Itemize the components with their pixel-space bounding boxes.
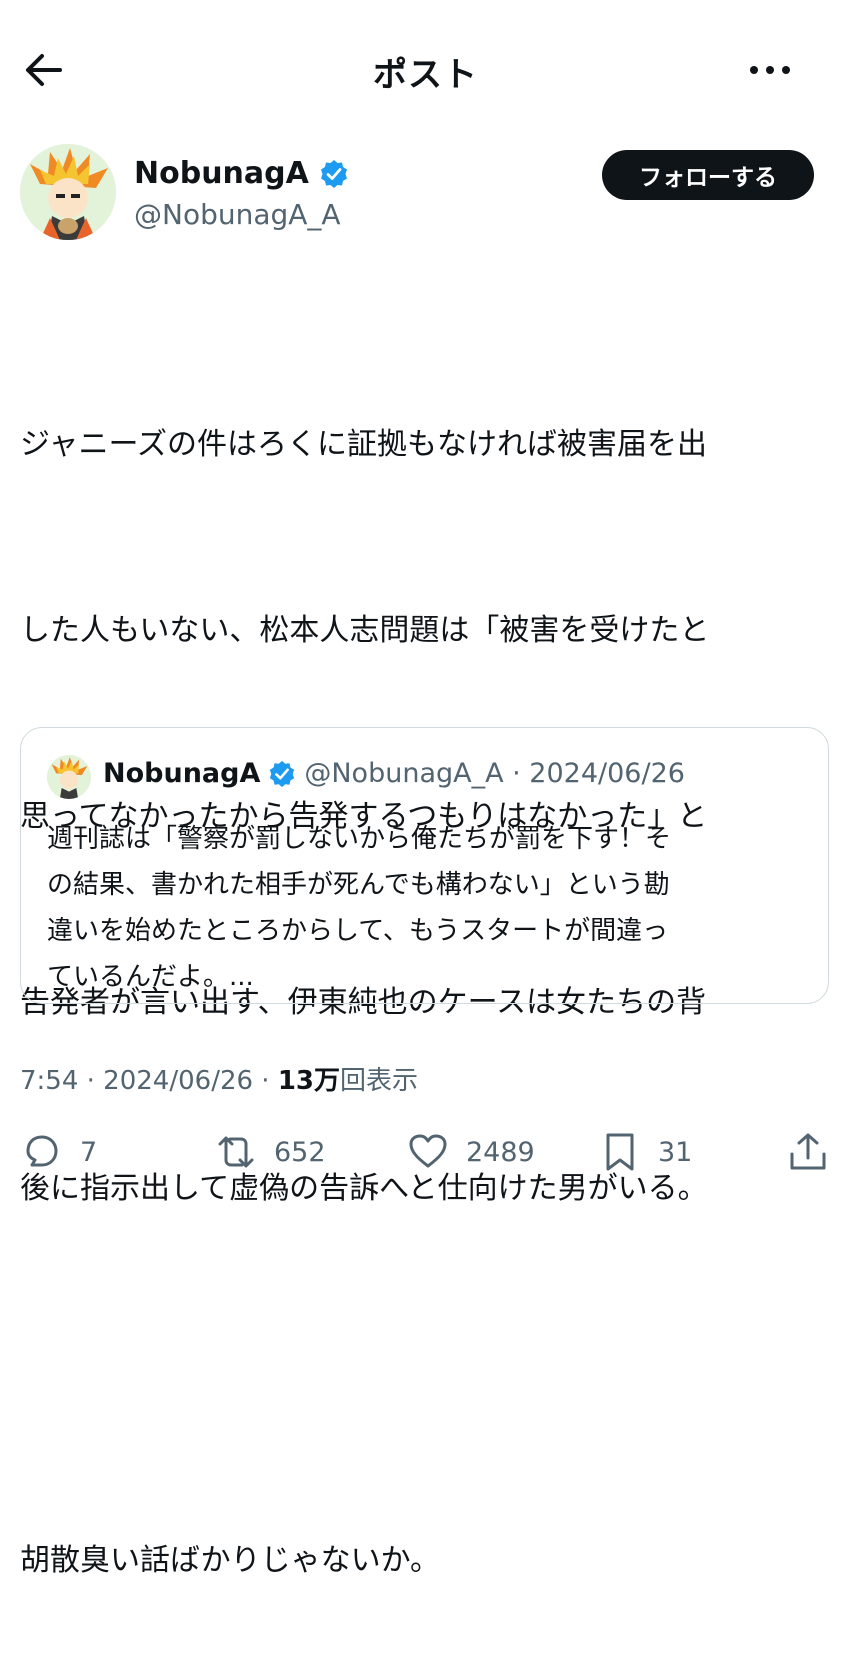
tweet-line: した人もいない、松本人志問題は「被害を受けたと (20, 613, 710, 648)
like-count: 2489 (466, 1136, 535, 1168)
views-label: 回表示 (340, 1066, 419, 1096)
share-button[interactable] (786, 1130, 830, 1174)
follow-button[interactable]: フォローする (602, 150, 814, 200)
quoted-handle-date: @NobunagA_A · 2024/06/26 (304, 758, 685, 789)
quoted-text: 週刊誌は「警察が罰しないから俺たちが罰を下す！そ の結果、書かれた相手が死んでも… (47, 816, 807, 1000)
verified-badge-icon (270, 760, 295, 787)
quoted-avatar (47, 755, 91, 799)
tweet-line: 胡散臭い話ばかりじゃないか。 (20, 1543, 440, 1578)
views-count: 13万 (277, 1066, 341, 1096)
quoted-header: NobunagA @NobunagA_A · 2024/06/26 (103, 758, 685, 789)
bookmark-count: 31 (658, 1136, 693, 1168)
heart-icon (409, 1134, 447, 1168)
author-handle[interactable]: @NobunagA_A (134, 198, 341, 231)
author-name-line: NobunagA (134, 156, 349, 191)
avatar-illustration-icon (47, 755, 91, 799)
verified-badge-icon (320, 159, 347, 188)
reply-icon (26, 1135, 58, 1167)
page-title: ポスト (373, 55, 478, 95)
more-horizontal-icon (750, 66, 790, 74)
action-bar: 7 652 2489 31 (0, 1120, 851, 1190)
more-button[interactable] (748, 50, 792, 90)
tweet-timestamp[interactable]: 7:54 · 2024/06/26 · (20, 1066, 278, 1096)
quoted-tweet-card[interactable]: NobunagA @NobunagA_A · 2024/06/26 週刊誌は「警… (20, 727, 829, 1004)
author-display-name[interactable]: NobunagA (134, 156, 309, 191)
tweet-meta: 7:54 · 2024/06/26 · 13万回表示 (20, 1060, 418, 1097)
retweet-count: 652 (274, 1136, 326, 1168)
reply-button[interactable]: 7 (20, 1130, 97, 1174)
avatar-illustration-icon (20, 144, 116, 240)
retweet-button[interactable]: 652 (214, 1130, 326, 1174)
quoted-display-name: NobunagA (103, 758, 261, 789)
reply-count: 7 (80, 1136, 98, 1168)
quoted-line: ているんだよ。... (47, 962, 254, 992)
bookmark-icon (606, 1133, 634, 1171)
quoted-line: 違いを始めたところからして、もうスタートが間違っ (47, 916, 669, 946)
share-icon (790, 1133, 826, 1170)
tweet-line: ジャニーズの件はろくに証拠もなければ被害届を出 (20, 427, 707, 462)
quoted-line: 週刊誌は「警察が罰しないから俺たちが罰を下す！そ (47, 824, 672, 854)
avatar[interactable] (20, 144, 116, 240)
bookmark-button[interactable]: 31 (598, 1130, 692, 1174)
retweet-icon (218, 1136, 254, 1168)
quoted-line: の結果、書かれた相手が死んでも構わない」という勘 (47, 870, 670, 900)
author-row: NobunagA @NobunagA_A フォローする (20, 140, 831, 250)
like-button[interactable]: 2489 (406, 1130, 535, 1174)
top-bar: ポスト (0, 0, 851, 140)
